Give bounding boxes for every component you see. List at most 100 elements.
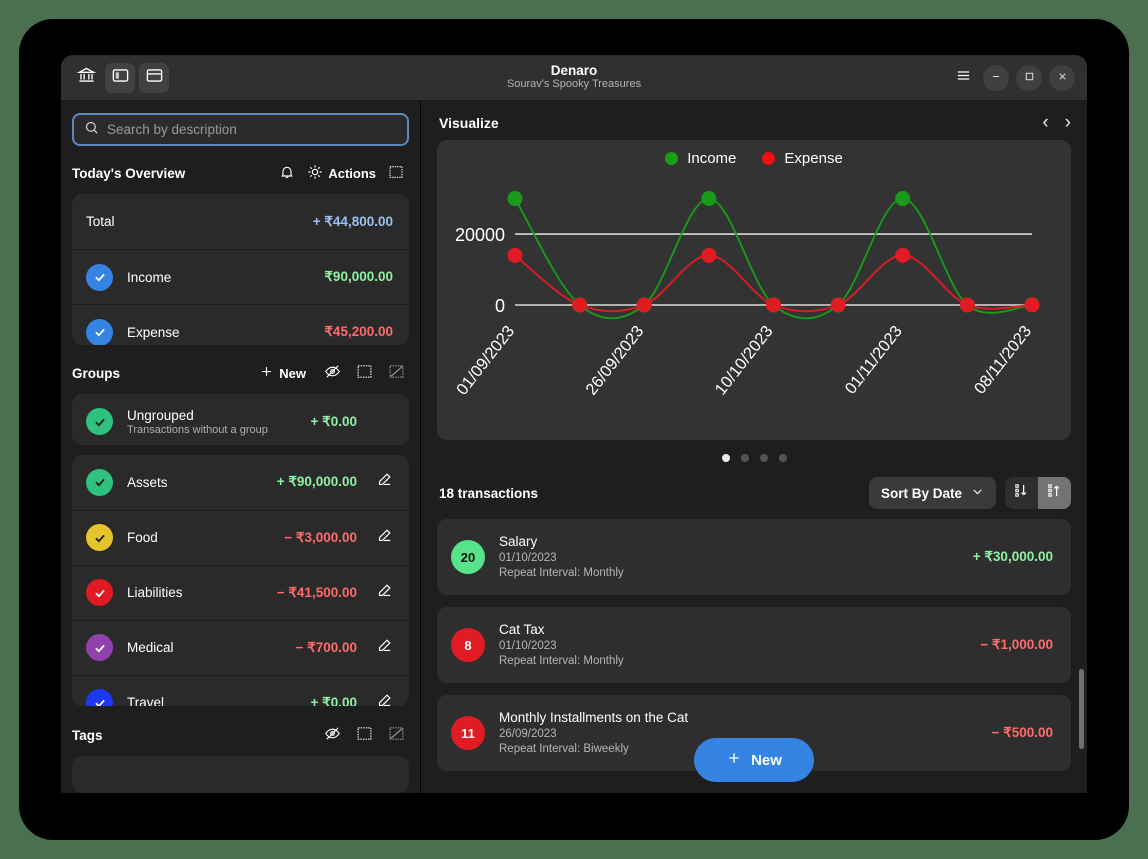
chart-card: Income Expense 02000001/09/202326/09/202… [437,140,1071,440]
group-checkbox[interactable] [86,634,113,661]
group-edit-button[interactable] [371,469,397,495]
next-chart-button[interactable]: › [1065,113,1071,132]
group-edit-button[interactable] [371,580,397,606]
expense-checkbox[interactable] [86,319,113,346]
group-checkbox[interactable] [86,408,113,435]
group-amount: − ₹700.00 [295,640,357,656]
search-input[interactable] [107,122,397,137]
close-button[interactable] [1049,65,1075,91]
maximize-button[interactable] [1016,65,1042,91]
svg-text:0: 0 [495,296,505,316]
edit-pencil-icon [376,527,393,549]
group-checkbox[interactable] [86,524,113,551]
tags-hide-button[interactable] [320,723,344,747]
bank-icon-button[interactable] [71,63,101,93]
window-subtitle: Sourav's Spooky Treasures [507,78,641,92]
new-transaction-fab[interactable]: New [694,738,814,782]
group-name: Assets [127,475,168,490]
group-row[interactable]: Medical − ₹700.00 [72,620,409,675]
sort-ascending-icon [1046,482,1063,504]
select-all-icon [356,363,373,383]
tags-tools [320,723,408,747]
group-text: Assets [127,475,168,490]
transactions-tools: Sort By Date [869,477,1071,509]
sort-descending-icon [1013,482,1030,504]
transaction-amount: − ₹500.00 [991,725,1053,741]
sidebar-toggle-button[interactable] [105,63,135,93]
overview-grid-layout-button[interactable] [384,161,408,185]
overview-title: Today's Overview [72,166,275,181]
group-amount: − ₹3,000.00 [284,530,357,546]
page-dot[interactable] [741,454,749,462]
transaction-row[interactable]: 20 Salary 01/10/2023 Repeat Interval: Mo… [437,519,1071,595]
group-checkbox[interactable] [86,469,113,496]
sidebar: Today's Overview [61,101,421,793]
close-icon [1057,69,1068,87]
tags-select-all-button[interactable] [352,723,376,747]
transaction-info: Monthly Installments on the Cat 26/09/20… [499,709,688,757]
group-row[interactable]: Ungrouped Transactions without a group +… [72,394,409,444]
page-dot[interactable] [722,454,730,462]
search-box[interactable] [72,113,409,146]
group-edit-button[interactable] [371,690,397,707]
group-row[interactable]: Travel + ₹0.00 [72,675,409,707]
transactions-header: 18 transactions Sort By Date [421,472,1087,519]
right-pane: Visualize ‹ › Income Expense [421,101,1087,793]
tags-title: Tags [72,728,320,743]
overview-row-income[interactable]: Income ₹90,000.00 [72,249,409,304]
sidebar-toggle-icon [111,66,130,90]
transaction-info: Cat Tax 01/10/2023 Repeat Interval: Mont… [499,621,624,669]
group-row[interactable]: Liabilities − ₹41,500.00 [72,565,409,620]
overview-amount: + ₹44,800.00 [313,214,393,230]
transaction-id-badge: 11 [451,716,485,750]
groups-card: Assets + ₹90,000.00 [72,455,409,707]
pane-toggle-icon [145,66,164,90]
deselect-all-icon [388,725,405,745]
income-checkbox[interactable] [86,264,113,291]
new-group-button[interactable]: New [259,364,306,382]
overview-row-expense[interactable]: Expense ₹45,200.00 [72,304,409,345]
groups-tools: New [259,361,408,385]
groups-deselect-all-button[interactable] [384,361,408,385]
group-text: Food [127,530,158,545]
group-row[interactable]: Assets + ₹90,000.00 [72,455,409,510]
groups-section-header: Groups New [61,345,420,394]
deselect-all-icon [388,363,405,383]
group-name: Ungrouped [127,408,268,423]
sort-ascending-button[interactable] [1038,477,1071,509]
page-dot[interactable] [760,454,768,462]
sort-descending-button[interactable] [1005,477,1038,509]
group-checkbox[interactable] [86,579,113,606]
window-title-block: Denaro Sourav's Spooky Treasures [61,55,1087,100]
notification-bell-button[interactable] [275,161,299,185]
transaction-date: 26/09/2023 [499,727,688,742]
group-subtitle: Transactions without a group [127,424,268,436]
grid-layout-icon [388,164,404,183]
group-name: Food [127,530,158,545]
prev-chart-button[interactable]: ‹ [1042,113,1048,132]
page-dot[interactable] [779,454,787,462]
group-checkbox[interactable] [86,689,113,706]
transaction-row[interactable]: 8 Cat Tax 01/10/2023 Repeat Interval: Mo… [437,607,1071,683]
actions-button[interactable]: Actions [307,164,376,183]
actions-label: Actions [328,166,376,181]
group-edit-button[interactable] [371,635,397,661]
tags-deselect-all-button[interactable] [384,723,408,747]
pane-toggle-button[interactable] [139,63,169,93]
transactions-count: 18 transactions [439,486,538,501]
overview-row-total[interactable]: Total + ₹44,800.00 [72,194,409,249]
transaction-name: Salary [499,533,624,551]
svg-text:01/09/2023: 01/09/2023 [453,322,518,398]
main-menu-button[interactable] [950,65,976,91]
edit-pencil-icon [376,582,393,604]
group-row[interactable]: Food − ₹3,000.00 [72,510,409,565]
group-amount: + ₹0.00 [311,414,358,430]
group-edit-button[interactable] [371,525,397,551]
sort-by-dropdown[interactable]: Sort By Date [869,477,996,509]
new-group-label: New [279,366,306,381]
svg-text:26/09/2023: 26/09/2023 [582,322,647,398]
transactions-scrollbar[interactable] [1079,669,1084,749]
groups-select-all-button[interactable] [352,361,376,385]
minimize-button[interactable] [983,65,1009,91]
groups-hide-button[interactable] [320,361,344,385]
